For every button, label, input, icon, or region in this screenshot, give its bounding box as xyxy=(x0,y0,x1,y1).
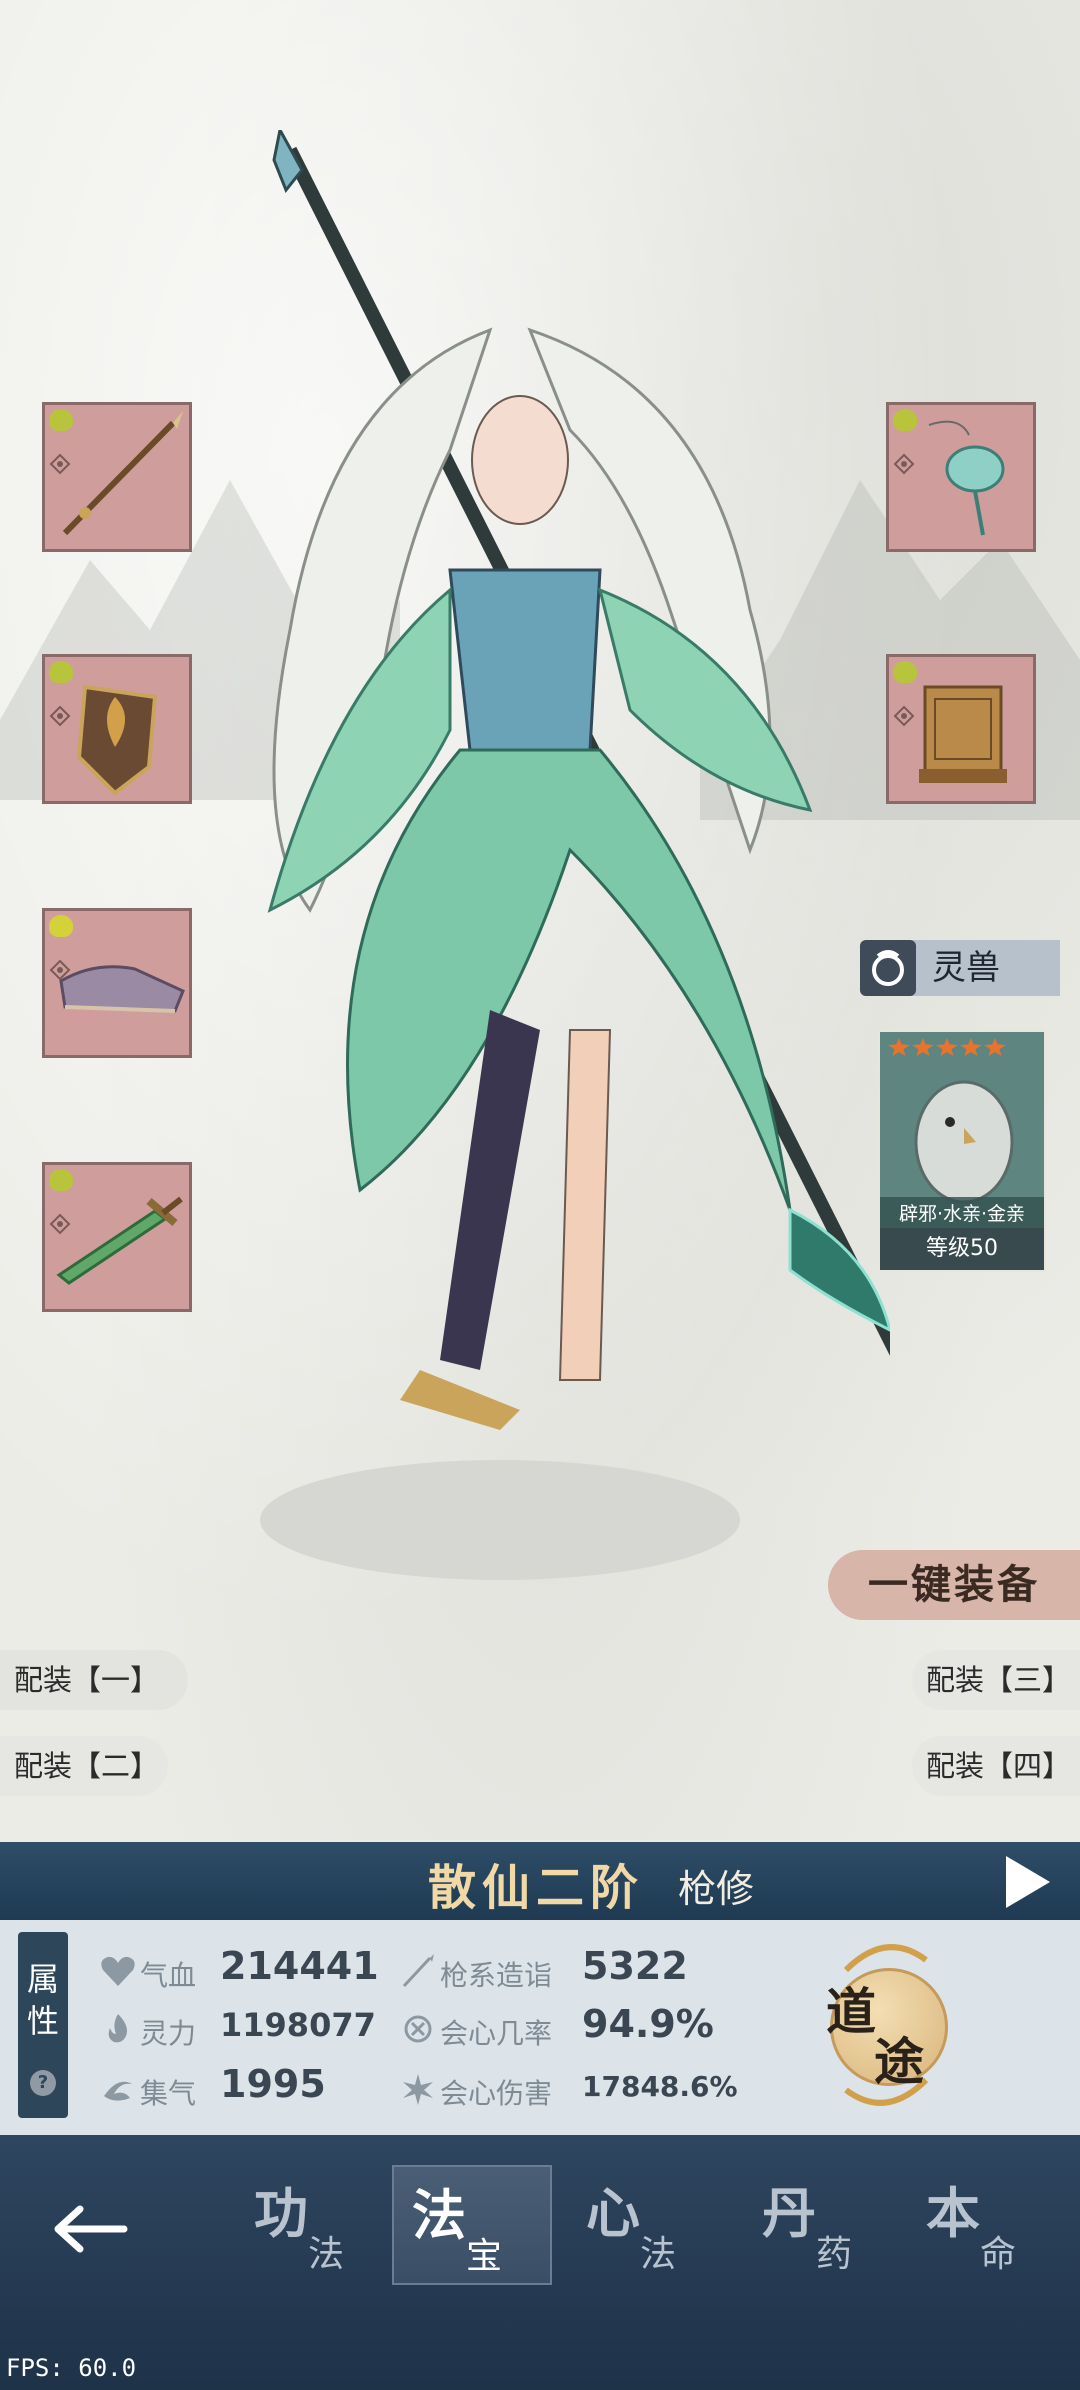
attribute-tab-char1: 属 xyxy=(26,1960,59,1998)
stat-spirit: 灵力 1198077 xyxy=(100,2000,400,2056)
tab-benming[interactable]: 本 命 xyxy=(908,2165,1068,2285)
stat-spear-mastery: 枪系造诣 5322 xyxy=(400,1942,720,1998)
stat-crit-rate-value: 94.9% xyxy=(582,2002,714,2046)
tab-danyao-big: 丹 xyxy=(762,2182,816,2245)
beast-name: 辟邪·水亲·金亲 xyxy=(880,1197,1044,1228)
tab-gongfa[interactable]: 功 法 xyxy=(236,2165,396,2285)
stat-qi-label: 集气 xyxy=(140,2077,197,2110)
tab-xinfa[interactable]: 心 法 xyxy=(568,2165,728,2285)
stat-spirit-label: 灵力 xyxy=(140,2017,197,2050)
stat-hp: 气血 214441 xyxy=(100,1942,380,1998)
equip-slot-seal[interactable] xyxy=(886,654,1036,804)
tab-gongfa-big: 功 xyxy=(254,2182,308,2245)
stat-spirit-value: 1198077 xyxy=(220,2006,376,2044)
jade-pendant-icon xyxy=(928,420,1005,536)
spear-icon xyxy=(62,411,183,536)
dao-path-button[interactable]: 道 途 xyxy=(826,1930,948,2120)
equip-slot-boots[interactable] xyxy=(42,908,192,1058)
dao-char-1: 道 xyxy=(826,1983,876,2041)
tab-fabao-big: 法 xyxy=(412,2184,466,2247)
star-icon xyxy=(888,1038,910,1056)
bottom-nav: 功 法 法 宝 心 法 丹 药 本 命 FPS: 60.0 xyxy=(0,2135,1080,2390)
tab-danyao-small: 药 xyxy=(816,2234,853,2275)
cultivation-rank: 散仙二阶 xyxy=(428,1860,645,1916)
swirl-icon xyxy=(104,2081,132,2101)
attribute-tab[interactable]: 属 性 ? xyxy=(18,1932,68,2118)
tab-danyao[interactable]: 丹 药 xyxy=(744,2165,904,2285)
tab-xinfa-big: 心 xyxy=(586,2182,640,2245)
boots-icon xyxy=(59,965,185,1013)
tab-xinfa-small: 法 xyxy=(640,2234,677,2275)
dao-char-2: 途 xyxy=(874,2033,924,2091)
tab-benming-small: 命 xyxy=(980,2234,1017,2275)
spirit-beast-tab[interactable]: 灵兽 xyxy=(860,940,1060,996)
star-icon xyxy=(960,1038,982,1056)
stat-spear-label: 枪系造诣 xyxy=(440,1959,553,1992)
stat-crit-damage-label: 会心伤害 xyxy=(440,2077,553,2110)
star-icon xyxy=(984,1038,1006,1056)
equip-slot-pendant[interactable] xyxy=(886,402,1036,552)
stat-crit-rate-label: 会心几率 xyxy=(440,2017,553,2050)
star-icon xyxy=(912,1038,934,1056)
one-key-equip-button[interactable]: 一键装备 xyxy=(828,1550,1080,1620)
spirit-beast-card[interactable]: 辟邪·水亲·金亲 等级50 xyxy=(878,1030,1046,1272)
equip-slot-armor[interactable] xyxy=(42,654,192,804)
rank-bar: 散仙二阶 枪修 xyxy=(0,1842,1080,1920)
equip-slot-sword[interactable] xyxy=(42,1162,192,1312)
character-illustration xyxy=(260,130,890,1580)
attribute-tab-char2: 性 xyxy=(26,2002,59,2040)
stat-hp-value: 214441 xyxy=(220,1944,379,1988)
heart-icon xyxy=(101,1956,135,1986)
spear-stat-icon xyxy=(402,1954,434,1988)
loadout-3-button[interactable]: 配装【三】 xyxy=(912,1650,1080,1710)
shield-icon xyxy=(76,684,158,796)
beast-stars xyxy=(888,1038,1006,1056)
back-arrow-icon[interactable] xyxy=(50,2199,130,2259)
tab-gongfa-small: 法 xyxy=(308,2234,345,2275)
help-icon[interactable]: ? xyxy=(30,2070,56,2096)
sword-icon xyxy=(56,1196,183,1285)
equip-slot-weapon[interactable] xyxy=(42,402,192,552)
play-arrow-icon[interactable] xyxy=(1006,1856,1050,1908)
flame-icon xyxy=(108,2014,127,2043)
fps-counter: FPS: 60.0 xyxy=(6,2354,137,2382)
stat-qi: 集气 1995 xyxy=(100,2060,380,2116)
tab-fabao-small: 宝 xyxy=(466,2236,503,2277)
stat-crit-rate: 会心几率 94.9% xyxy=(400,2000,720,2056)
spirit-beast-label: 灵兽 xyxy=(932,948,1000,988)
stat-crit-damage: 会心伤害 17848.6% xyxy=(400,2060,740,2116)
loadout-2-button[interactable]: 配装【二】 xyxy=(0,1736,168,1796)
stat-qi-value: 1995 xyxy=(220,2062,326,2106)
loadout-1-button[interactable]: 配装【一】 xyxy=(0,1650,188,1710)
stat-spear-value: 5322 xyxy=(582,1944,688,1988)
cultivation-class: 枪修 xyxy=(678,1867,755,1911)
stat-hp-label: 气血 xyxy=(140,1959,197,1992)
burst-icon xyxy=(403,2074,433,2105)
beast-emblem-icon xyxy=(860,940,916,996)
stat-crit-damage-value: 17848.6% xyxy=(582,2070,738,2103)
beast-level: 等级50 xyxy=(880,1228,1044,1270)
crit-rate-icon xyxy=(404,2015,432,2043)
loadout-4-button[interactable]: 配装【四】 xyxy=(912,1736,1080,1796)
tab-benming-big: 本 xyxy=(926,2182,980,2245)
star-icon xyxy=(936,1038,958,1056)
seal-box-icon xyxy=(919,685,1007,783)
tab-fabao[interactable]: 法 宝 xyxy=(392,2165,552,2285)
